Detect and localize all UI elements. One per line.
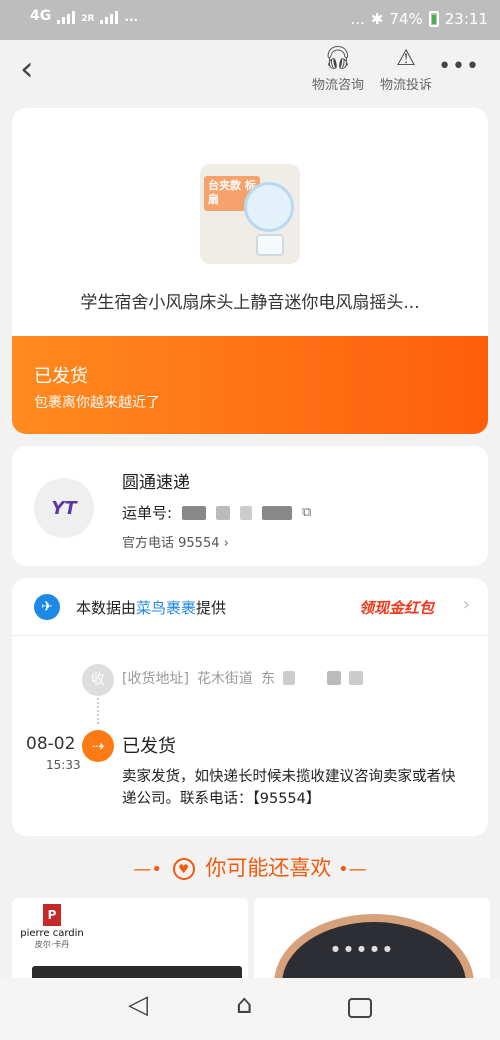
recommend-heading: —• ♥ 你可能还喜欢 •—	[0, 852, 500, 882]
warning-icon: ⚠︎	[396, 46, 416, 71]
brand-badge-icon: P	[43, 904, 61, 926]
courier-card: YT 圆通速递 运单号: ⧉ 官方电话 95554 ›	[12, 446, 488, 566]
redacted-block	[182, 505, 207, 520]
nav-recents-icon[interactable]	[348, 998, 372, 1018]
product-title: 学生宿舍小风扇床头上静音迷你电风扇摇头...	[80, 293, 420, 313]
fan-clip-image	[256, 234, 284, 256]
data-provider-row[interactable]: ✈︎ 本数据由菜鸟裹裹提供 领现金红包 ›	[12, 578, 488, 636]
recommend-title: 你可能还喜欢	[205, 856, 332, 880]
bluetooth-icon: ✱	[370, 10, 384, 28]
battery-level: 74%	[389, 10, 423, 28]
redacted-block	[262, 505, 293, 520]
network-type-2: 2R	[81, 14, 95, 24]
address-char: 东	[260, 671, 275, 687]
clock: 23:11	[444, 10, 488, 28]
courier-name: 圆通速递	[122, 473, 190, 493]
tracking-number-label: 运单号:	[122, 504, 173, 522]
provider-prefix: 本数据由	[76, 599, 137, 617]
appliance-buttons-decor: ●●●●●	[332, 944, 397, 953]
shipping-status-sub: 包裹离你越来越近了	[34, 395, 160, 411]
heart-icon: ♥	[172, 858, 195, 880]
redacted-block	[348, 671, 363, 685]
fan-image	[244, 182, 294, 232]
timeline-connector	[97, 698, 99, 724]
data-provider-text: 本数据由菜鸟裹裹提供	[76, 597, 226, 618]
logistics-complaint-label: 物流投诉	[379, 78, 432, 93]
redacted-block	[216, 505, 231, 520]
redacted-block	[240, 505, 253, 520]
product-card[interactable]: 台夹款 标扇 学生宿舍小风扇床头上静音迷你电风扇摇头... 已发货 包裹离你越来…	[12, 108, 488, 434]
brand-name: pierre cardin	[20, 928, 84, 939]
product-image: ●●●●●	[274, 914, 474, 988]
receive-badge: 收	[82, 664, 114, 696]
tracking-number-row: 运单号: ⧉	[122, 502, 311, 523]
top-nav: ‹ 🎧︎ 物流咨询 ⚠︎ 物流投诉 •••	[0, 40, 500, 102]
address-text: 花木街道	[196, 671, 253, 687]
copy-icon[interactable]: ⧉	[302, 505, 311, 520]
logistics-consult-label: 物流咨询	[311, 78, 364, 93]
back-icon[interactable]: ‹	[20, 52, 34, 86]
recommend-item[interactable]: ●●●●●	[254, 898, 490, 988]
event-date: 08-02	[26, 734, 76, 754]
more-icon[interactable]: •••	[438, 54, 480, 79]
courier-logo: YT	[34, 478, 94, 538]
brand-logo: P pierre cardin 皮尔·卡丹	[14, 904, 90, 950]
address-label: [收货地址]	[122, 671, 189, 687]
cainiao-bird-icon: ✈︎	[34, 594, 60, 620]
delivery-address: [收货地址] 花木街道 东	[122, 668, 363, 688]
brand-sub: 皮尔·卡丹	[34, 940, 70, 949]
status-left: 4G 2R ...	[30, 8, 138, 24]
logistics-consult-button[interactable]: 🎧︎ 物流咨询	[306, 44, 370, 93]
nav-home-icon[interactable]: ⌂	[236, 992, 253, 1018]
network-type: 4G	[30, 8, 52, 24]
red-packet-link[interactable]: 领现金红包	[359, 597, 434, 618]
event-status: 已发货	[122, 736, 176, 757]
left-arrow-decor: —•	[133, 859, 162, 880]
status-right: ... ✱ 74% 23:11	[351, 10, 488, 28]
status-dots-right: ...	[350, 10, 365, 28]
status-dots-left: ...	[124, 10, 139, 24]
signal-icon	[57, 10, 76, 24]
event-description: 卖家发货，如快递长时候未揽收建议咨询卖家或者快递公司。联系电话：【95554】	[122, 769, 456, 808]
chevron-right-icon: ›	[462, 594, 470, 615]
shipping-status-banner: 已发货 包裹离你越来越近了	[12, 336, 488, 434]
status-bar: 4G 2R ... ... ✱ 74% 23:11	[0, 0, 500, 40]
logistics-complaint-button[interactable]: ⚠︎ 物流投诉	[374, 44, 438, 93]
redacted-block	[326, 671, 341, 685]
product-thumbnail: 台夹款 标扇	[200, 164, 300, 264]
recommend-item[interactable]: P pierre cardin 皮尔·卡丹	[12, 898, 248, 988]
signal-icon-2	[100, 10, 119, 24]
redacted-block	[282, 671, 295, 685]
tracking-card: ✈︎ 本数据由菜鸟裹裹提供 领现金红包 › 收 [收货地址] 花木街道 东 08…	[12, 578, 488, 836]
shipped-icon: ⇢	[82, 730, 114, 762]
battery-icon	[428, 11, 439, 27]
system-nav-bar: ◁ ⌂	[0, 978, 500, 1040]
courier-logo-text: YT	[51, 497, 77, 519]
courier-phone-link[interactable]: 官方电话 95554 ›	[122, 532, 229, 551]
right-arrow-decor: •—	[338, 859, 367, 880]
headset-icon: 🎧︎	[324, 46, 352, 71]
shipping-status: 已发货	[34, 366, 88, 387]
provider-link[interactable]: 菜鸟裹裹	[136, 599, 196, 617]
provider-suffix: 提供	[196, 599, 227, 617]
event-time: 15:33	[46, 758, 81, 772]
nav-back-icon[interactable]: ◁	[128, 992, 148, 1018]
